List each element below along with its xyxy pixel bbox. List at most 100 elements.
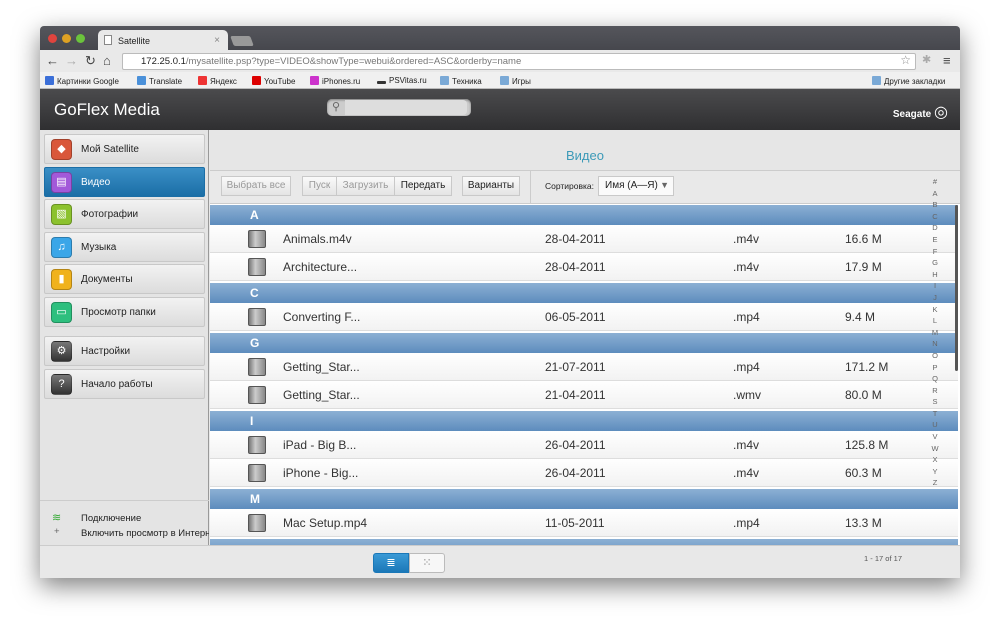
sidebar-item-label: Документы	[81, 274, 133, 285]
bookmark-item[interactable]: Яндекс	[198, 76, 237, 86]
alphabet-letter[interactable]: R	[925, 385, 945, 397]
extension-icon[interactable]: ✱	[922, 53, 931, 66]
alphabet-letter[interactable]: W	[925, 443, 945, 455]
bookmark-folder[interactable]: Игры	[500, 76, 531, 86]
plus-icon[interactable]: +	[54, 526, 60, 537]
file-size: 171.2 M	[845, 360, 889, 374]
file-row[interactable]: Architecture... 28-04-2011 .m4v 17.9 M	[210, 253, 958, 281]
alphabet-letter[interactable]: Q	[925, 373, 945, 385]
file-row[interactable]: Converting F... 06-05-2011 .mp4 9.4 M	[210, 303, 958, 331]
sidebar-item-2[interactable]: ▧ Фотографии	[44, 199, 205, 229]
alphabet-letter[interactable]: D	[925, 222, 945, 234]
alphabet-letter[interactable]: P	[925, 362, 945, 374]
help-icon: ?	[51, 373, 72, 395]
sidebar-item-help[interactable]: ? Начало работы	[44, 368, 205, 399]
alphabet-letter[interactable]: G	[925, 257, 945, 269]
file-size: 60.3 M	[845, 466, 882, 480]
alphabet-letter[interactable]: F	[925, 246, 945, 258]
page-title: Видео	[210, 130, 960, 170]
sidebar-item-gear[interactable]: ⚙ Настройки	[44, 336, 205, 366]
file-list: A Animals.m4v 28-04-2011 .m4v 16.6 M Architec…	[210, 205, 958, 545]
other-bookmarks[interactable]: Другие закладки	[872, 76, 945, 86]
transfer-button[interactable]: Передать	[394, 176, 452, 196]
close-window-button[interactable]	[48, 34, 57, 43]
file-row[interactable]: Getting_Star... 21-04-2011 .wmv 80.0 M	[210, 381, 958, 409]
home-icon[interactable]: ⌂	[103, 53, 111, 68]
bookmark-item[interactable]: iPhones.ru	[310, 76, 360, 86]
file-ext: .mp4	[733, 310, 760, 324]
list-view-button[interactable]: ≣	[373, 553, 409, 573]
alphabet-letter[interactable]: N	[925, 338, 945, 350]
alphabet-letter[interactable]: S	[925, 396, 945, 408]
action-toolbar: Выбрать все Пуск Загрузить Передать Вари…	[210, 170, 960, 204]
menu-icon[interactable]: ≡	[943, 53, 951, 68]
sidebar-item-label: Просмотр папки	[81, 306, 156, 318]
search-input[interactable]	[345, 100, 467, 115]
file-row[interactable]: Getting_Star... 21-07-2011 .mp4 171.2 M	[210, 353, 958, 381]
alphabet-letter[interactable]: J	[925, 292, 945, 304]
alphabet-letter[interactable]: Y	[925, 466, 945, 478]
bookmark-folder[interactable]: Техника	[440, 76, 482, 86]
alphabet-letter[interactable]: M	[925, 327, 945, 339]
enable-internet-link[interactable]: Включить просмотр в Интернете	[81, 528, 209, 539]
sidebar-item-0[interactable]: ◆ Мой Satellite	[44, 134, 205, 164]
address-bar[interactable]: 172.25.0.1/mysatellite.psp?type=VIDEO&sh…	[122, 53, 916, 70]
new-tab-button[interactable]	[230, 36, 254, 46]
reload-icon[interactable]: ↻	[85, 53, 96, 69]
bookmark-star-icon[interactable]: ☆	[900, 53, 911, 67]
video-file-icon	[248, 514, 266, 532]
footer: ≣ ⁙ 1 - 17 of 17	[40, 545, 960, 578]
alphabet-letter[interactable]: O	[925, 350, 945, 362]
alphabet-letter[interactable]: B	[925, 199, 945, 211]
alphabet-letter[interactable]: H	[925, 269, 945, 281]
alphabet-letter[interactable]: I	[925, 280, 945, 292]
sidebar-item-3[interactable]: ♫ Музыка	[44, 231, 205, 262]
group-header: C	[210, 283, 958, 303]
sidebar-item-4[interactable]: ▮ Документы	[44, 264, 205, 294]
search-icon: ⚲	[332, 101, 341, 113]
select-all-button[interactable]: Выбрать все	[221, 176, 291, 196]
file-row[interactable]: iPhone - Big... 26-04-2011 .m4v 60.3 M	[210, 459, 958, 487]
bookmark-item[interactable]: Картинки Google	[45, 76, 119, 86]
download-button[interactable]: Загрузить	[336, 176, 395, 196]
alphabet-letter[interactable]: E	[925, 234, 945, 246]
alphabet-letter[interactable]: Z	[925, 477, 945, 489]
file-row[interactable]: Animals.m4v 28-04-2011 .m4v 16.6 M	[210, 225, 958, 253]
file-date: 26-04-2011	[545, 466, 606, 480]
photos-icon: ▧	[51, 204, 72, 225]
maximize-window-button[interactable]	[76, 34, 85, 43]
bookmark-item[interactable]: YouTube	[252, 76, 295, 86]
sidebar-item-1[interactable]: ▤ Видео	[44, 166, 205, 197]
file-row[interactable]: Mac Setup.mp4 11-05-2011 .mp4 13.3 M	[210, 509, 958, 537]
close-tab-icon[interactable]: ×	[214, 35, 220, 46]
alphabet-letter[interactable]: K	[925, 304, 945, 316]
back-icon[interactable]: ←	[46, 53, 59, 68]
video-file-icon	[248, 386, 266, 404]
grid-view-button[interactable]: ⁙	[409, 553, 445, 573]
alphabet-letter[interactable]: L	[925, 315, 945, 327]
file-ext: .m4v	[733, 260, 760, 274]
play-button[interactable]: Пуск	[302, 176, 337, 196]
scrollbar[interactable]	[955, 205, 958, 371]
alphabet-letter[interactable]: A	[925, 188, 945, 200]
options-button[interactable]: Варианты	[462, 176, 520, 196]
minimize-window-button[interactable]	[62, 34, 71, 43]
file-ext: .m4v	[733, 466, 760, 480]
alphabet-letter[interactable]: T	[925, 408, 945, 420]
alphabet-letter[interactable]: C	[925, 211, 945, 223]
sidebar-item-label: Мой Satellite	[81, 144, 139, 155]
alphabet-letter[interactable]: V	[925, 431, 945, 443]
bookmark-item[interactable]: PSVitas.ru	[377, 76, 427, 85]
alphabet-letter[interactable]: U	[925, 419, 945, 431]
forward-icon[interactable]: →	[65, 53, 78, 68]
sort-select[interactable]: Имя (А—Я) ▼	[598, 176, 674, 196]
sidebar-item-5[interactable]: ▭ Просмотр папки	[44, 296, 205, 327]
alphabet-letter[interactable]: X	[925, 454, 945, 466]
file-row[interactable]: iPad - Big B... 26-04-2011 .m4v 125.8 M	[210, 431, 958, 459]
file-size: 9.4 M	[845, 310, 876, 324]
divider	[530, 171, 531, 203]
browser-tab[interactable]: Satellite ×	[98, 30, 228, 50]
chevron-down-icon: ▼	[660, 180, 669, 190]
alphabet-letter[interactable]: #	[925, 176, 945, 188]
bookmark-item[interactable]: Translate	[137, 76, 182, 86]
